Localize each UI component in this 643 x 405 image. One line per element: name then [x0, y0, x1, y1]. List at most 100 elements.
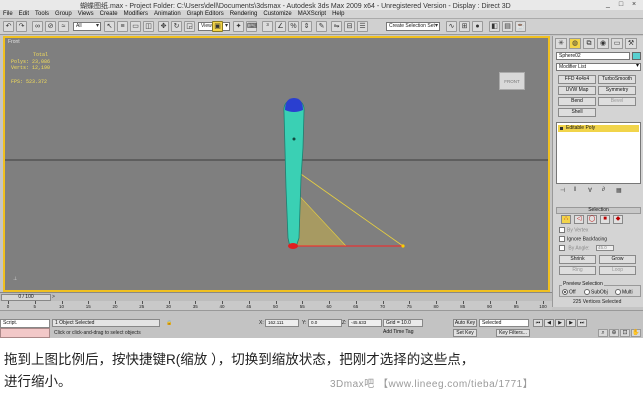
menu-graph-editors[interactable]: Graph Editors: [184, 10, 227, 19]
uvw-map-button[interactable]: UVW Map: [558, 86, 596, 95]
create-tab-icon[interactable]: ✳: [555, 38, 567, 49]
object-name-field[interactable]: Sphere02: [556, 52, 630, 60]
prev-frame-icon[interactable]: ◀: [544, 319, 554, 327]
schematic-view-icon[interactable]: ⊞: [459, 21, 470, 32]
zoom-all-icon[interactable]: ⊕: [609, 329, 619, 337]
redo-icon[interactable]: ↷: [16, 21, 27, 32]
rendered-frame-icon[interactable]: ▤: [502, 21, 513, 32]
angle-snap-icon[interactable]: ∠: [275, 21, 286, 32]
shell-button[interactable]: Shell: [558, 108, 596, 117]
by-vertex-checkbox[interactable]: By Vertex: [559, 227, 588, 234]
undo-icon[interactable]: ↶: [3, 21, 14, 32]
menu-help[interactable]: Help: [329, 10, 347, 19]
menu-rendering[interactable]: Rendering: [227, 10, 261, 19]
window-crossing-icon[interactable]: ◫: [143, 21, 154, 32]
goto-end-icon[interactable]: ⏭: [577, 319, 587, 327]
auto-key-button[interactable]: Auto Key: [453, 319, 477, 327]
quick-render-icon[interactable]: ☕: [515, 21, 526, 32]
element-mode-icon[interactable]: ◆: [613, 215, 623, 224]
select-by-name-icon[interactable]: ≡: [117, 21, 128, 32]
goto-start-icon[interactable]: ⏮: [533, 319, 543, 327]
menu-tools[interactable]: Tools: [32, 10, 52, 19]
bend-button[interactable]: Bend: [558, 97, 596, 106]
utilities-tab-icon[interactable]: ⚒: [625, 38, 637, 49]
zoom-extents-icon[interactable]: ⊡: [620, 329, 630, 337]
select-scale-icon[interactable]: ◲: [184, 21, 195, 32]
mirror-icon[interactable]: ⇋: [331, 21, 342, 32]
material-editor-icon[interactable]: ●: [472, 21, 483, 32]
named-selection-set-dropdown[interactable]: Create Selection Set: [386, 22, 440, 31]
z-coordinate[interactable]: -45.633: [348, 319, 382, 327]
x-coordinate[interactable]: 162.111: [265, 319, 299, 327]
menu-animation[interactable]: Animation: [151, 10, 184, 19]
minimize-button[interactable]: _: [602, 1, 614, 9]
menu-modifiers[interactable]: Modifiers: [121, 10, 151, 19]
menu-edit[interactable]: Edit: [16, 10, 32, 19]
unlink-icon[interactable]: ⊘: [45, 21, 56, 32]
hierarchy-tab-icon[interactable]: ⧉: [583, 38, 595, 49]
make-unique-icon[interactable]: ∀: [588, 187, 592, 194]
y-coordinate[interactable]: 0.0: [308, 319, 342, 327]
lock-selection-icon[interactable]: 🔒: [166, 320, 172, 326]
display-tab-icon[interactable]: ▭: [611, 38, 623, 49]
preview-subobj-radio[interactable]: SubObj: [584, 289, 608, 295]
layer-manager-icon[interactable]: ☰: [357, 21, 368, 32]
modifier-list-dropdown[interactable]: Modifier List: [556, 63, 641, 71]
polygon-mode-icon[interactable]: ■: [600, 215, 610, 224]
track-bar[interactable]: 0 5 10 15 20 25 30 35 40 45 50 55 60 65 70 75 80 85 90 95 10…: [0, 301, 552, 310]
bind-space-warp-icon[interactable]: ≈: [58, 21, 69, 32]
set-key-button[interactable]: Set Key: [453, 329, 477, 337]
pan-icon[interactable]: ✋: [631, 329, 641, 337]
shrink-button[interactable]: Shrink: [559, 255, 596, 264]
motion-tab-icon[interactable]: ◉: [597, 38, 609, 49]
select-rotate-icon[interactable]: ↻: [171, 21, 182, 32]
time-next-arrow[interactable]: >: [52, 294, 55, 300]
keyboard-shortcut-icon[interactable]: ⌨: [246, 21, 257, 32]
front-viewport[interactable]: Front Total Polys: 23,086 Verts: 12,190 …: [3, 36, 550, 292]
selection-rollout-header[interactable]: Selection: [556, 207, 641, 214]
show-end-result-icon[interactable]: ‖: [574, 187, 576, 193]
pivot-center-icon[interactable]: ▣: [212, 21, 223, 32]
modify-tab-icon[interactable]: ◍: [569, 38, 581, 49]
time-slider-handle[interactable]: 0 / 100: [1, 294, 51, 301]
vertex-mode-icon[interactable]: ∴: [561, 215, 571, 224]
menu-maxscript[interactable]: MAXScript: [295, 10, 329, 19]
curve-editor-icon[interactable]: ∿: [446, 21, 457, 32]
border-mode-icon[interactable]: ◯: [587, 215, 597, 224]
select-object-icon[interactable]: ↖: [104, 21, 115, 32]
edge-mode-icon[interactable]: ◁: [574, 215, 584, 224]
add-time-tag[interactable]: Add Time Tag: [383, 329, 413, 335]
bevel-button[interactable]: Bevel: [598, 97, 636, 106]
render-setup-icon[interactable]: ◧: [489, 21, 500, 32]
zoom-icon[interactable]: ⌕: [598, 329, 608, 337]
by-angle-checkbox[interactable]: By Angle: 45.0: [559, 245, 614, 252]
maxscript-mini-listener[interactable]: [0, 328, 50, 338]
configure-sets-icon[interactable]: ▦: [616, 187, 622, 194]
grow-button[interactable]: Grow: [599, 255, 636, 264]
preview-multi-radio[interactable]: Multi: [615, 289, 633, 295]
menu-views[interactable]: Views: [75, 10, 97, 19]
symmetry-button[interactable]: Symmetry: [598, 86, 636, 95]
loop-button[interactable]: Loop: [599, 266, 636, 275]
menu-create[interactable]: Create: [97, 10, 121, 19]
turbosmooth-button[interactable]: TurboSmooth: [598, 75, 636, 84]
object-color-swatch[interactable]: [632, 52, 641, 60]
key-filters-button[interactable]: Key Filters...: [496, 329, 530, 337]
menu-file[interactable]: File: [0, 10, 16, 19]
play-icon[interactable]: ▶: [555, 319, 565, 327]
maxscript-listener[interactable]: Script.: [0, 319, 50, 328]
rectangular-selection-icon[interactable]: ▭: [130, 21, 141, 32]
align-icon[interactable]: ⊟: [344, 21, 355, 32]
select-move-icon[interactable]: ✥: [158, 21, 169, 32]
menu-group[interactable]: Group: [52, 10, 75, 19]
select-manipulate-icon[interactable]: ✦: [233, 21, 244, 32]
ring-button[interactable]: Ring: [559, 266, 596, 275]
spinner-snap-icon[interactable]: ⇕: [301, 21, 312, 32]
time-slider[interactable]: 0 / 100 >: [0, 292, 552, 301]
menu-customize[interactable]: Customize: [260, 10, 294, 19]
selection-filter-dropdown[interactable]: All: [73, 22, 101, 31]
snap-toggle-icon[interactable]: ³: [262, 21, 273, 32]
close-button[interactable]: ×: [628, 1, 640, 9]
ignore-backfacing-checkbox[interactable]: Ignore Backfacing: [559, 236, 607, 243]
next-frame-icon[interactable]: ▶: [566, 319, 576, 327]
